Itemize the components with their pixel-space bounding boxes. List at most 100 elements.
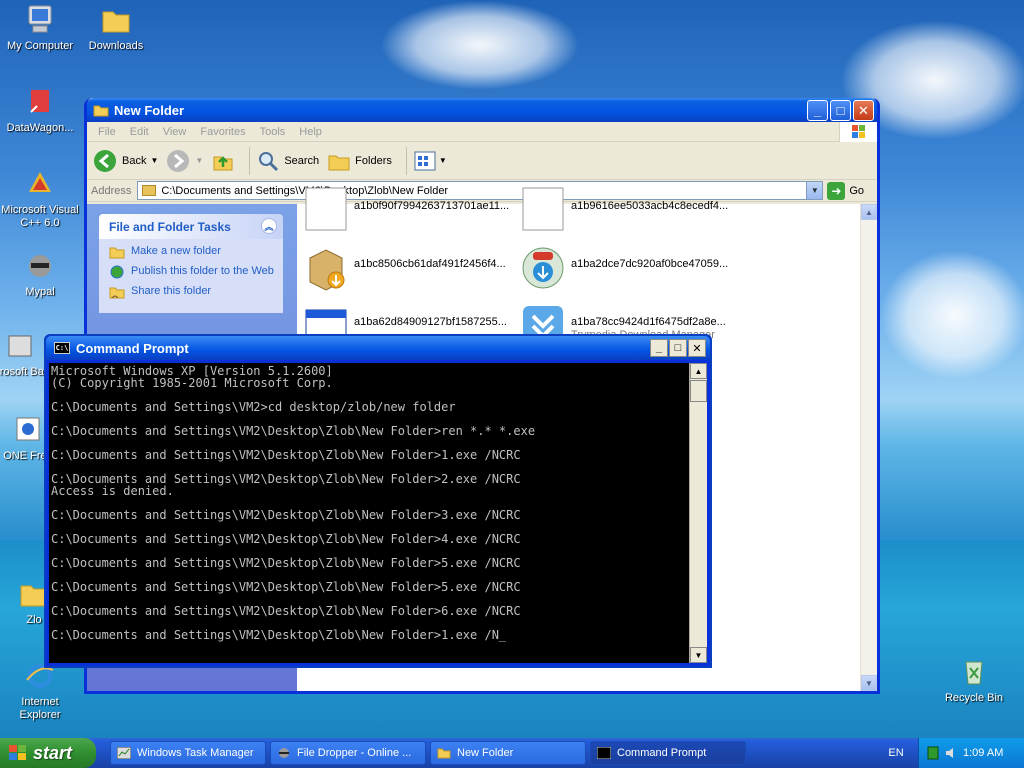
search-button[interactable]: Search [256, 149, 319, 173]
task-label: Publish this folder to the Web [131, 265, 274, 277]
globe-icon [110, 265, 124, 279]
desktop-icon-datawagon[interactable]: DataWagon... [0, 86, 80, 135]
cmd-maximize-button[interactable]: □ [669, 339, 687, 357]
desktop-icon-my-computer[interactable]: My Computer [0, 4, 80, 53]
language-indicator[interactable]: EN [878, 738, 914, 768]
cmd-titlebar[interactable]: C:\ Command Prompt _ □ ✕ [46, 336, 710, 360]
file-name: a1ba62d84909127bf1587255... [354, 316, 507, 328]
views-icon [414, 151, 436, 170]
scroll-down-arrow-icon[interactable]: ▼ [690, 647, 707, 663]
desktop-icon-downloads[interactable]: Downloads [76, 4, 156, 53]
file-name: a1b9616ee5033acb4c8ecedf4... [571, 200, 729, 212]
cmd-close-button[interactable]: ✕ [688, 339, 706, 357]
cmd-icon: C:\ [54, 342, 70, 354]
media-icon [16, 417, 40, 441]
task-make-new-folder[interactable]: Make a new folder [109, 245, 275, 259]
menu-edit[interactable]: Edit [123, 126, 156, 138]
maximize-button[interactable]: □ [830, 100, 851, 121]
taskbar-task-command-prompt[interactable]: Command Prompt [590, 741, 746, 765]
menu-file[interactable]: File [91, 126, 123, 138]
start-label: start [33, 742, 73, 763]
start-button[interactable]: start [0, 738, 96, 768]
desktop-icon-visual-cpp[interactable]: Microsoft Visual C++ 6.0 [0, 168, 80, 230]
go-label: Go [849, 184, 865, 197]
task-label: Make a new folder [131, 245, 221, 257]
browser-icon [279, 748, 289, 758]
cmd-minimize-button[interactable]: _ [650, 339, 668, 357]
file-item[interactable]: a1b0f90f7994263713701ae11... [302, 186, 509, 234]
chevron-down-icon[interactable]: ▼ [439, 156, 447, 165]
folders-button[interactable]: Folders [327, 149, 392, 173]
volume-icon[interactable] [945, 746, 957, 760]
menu-view[interactable]: View [156, 126, 194, 138]
collapse-icon[interactable]: ︽ [261, 218, 277, 234]
taskbar-task-task-manager[interactable]: Windows Task Manager [110, 741, 266, 765]
cmd-output: Microsoft Windows XP [Version 5.1.2600] … [51, 364, 536, 642]
taskbar-task-new-folder[interactable]: New Folder [430, 741, 586, 765]
file-item[interactable]: a1bc8506cb61daf491f2456f4... [302, 244, 506, 292]
task-share-folder[interactable]: Share this folder [109, 285, 275, 299]
file-item[interactable]: a1ba2dce7dc920af0bce47059... [519, 244, 728, 292]
window-title: New Folder [114, 102, 185, 118]
up-folder-button[interactable] [211, 149, 235, 173]
desktop-icon-label: My Computer [6, 40, 74, 52]
task-publish-web[interactable]: Publish this folder to the Web [109, 265, 275, 279]
scroll-down-arrow-icon[interactable]: ▼ [861, 675, 877, 691]
desktop-icon-label: Mypal [25, 286, 55, 298]
chevron-down-icon[interactable]: ▼ [806, 182, 823, 199]
file-name: a1b0f90f7994263713701ae11... [354, 200, 510, 212]
toolbar-separator [405, 146, 407, 175]
chevron-down-icon[interactable]: ▼ [195, 156, 203, 165]
taskbar-task-file-dropper[interactable]: File Dropper - Online ... [270, 741, 426, 765]
search-label: Search [284, 154, 320, 167]
cmd-title: Command Prompt [76, 340, 189, 356]
scroll-thumb[interactable] [690, 380, 707, 402]
close-button[interactable]: ✕ [853, 100, 874, 121]
cmd-scrollbar[interactable]: ▲ ▼ [689, 363, 707, 663]
tray-app-icon[interactable] [927, 746, 939, 760]
menu-bar: File Edit View Favorites Tools Help [87, 122, 877, 142]
desktop-icon-internet-explorer[interactable]: Internet Explorer [0, 660, 80, 722]
menu-tools[interactable]: Tools [253, 126, 293, 138]
cloud [880, 250, 1024, 380]
file-item[interactable]: a1b9616ee5033acb4c8ecedf4... [519, 186, 728, 234]
taskbar-task-label: Command Prompt [617, 747, 707, 759]
views-button[interactable]: ▼ [413, 150, 447, 172]
task-manager-icon [117, 747, 131, 759]
file-name: a1ba2dce7dc920af0bce47059... [571, 258, 729, 270]
menu-favorites[interactable]: Favorites [193, 126, 252, 138]
menu-help[interactable]: Help [292, 126, 329, 138]
taskbar-task-label: Windows Task Manager [137, 747, 254, 759]
taskbar-task-label: File Dropper - Online ... [297, 747, 412, 759]
desktop-icon-label: Recycle Bin [944, 692, 1004, 704]
chevron-down-icon[interactable]: ▼ [150, 156, 158, 165]
clock[interactable]: 1:09 AM [963, 747, 1003, 759]
share-folder-icon [109, 287, 125, 299]
tasks-header[interactable]: File and Folder Tasks ︽ [99, 214, 283, 239]
minimize-button[interactable]: _ [807, 100, 828, 121]
back-button[interactable]: Back ▼ [93, 149, 158, 173]
system-tray: 1:09 AM [918, 738, 1024, 768]
folder-icon [102, 11, 130, 33]
scroll-up-arrow-icon[interactable]: ▲ [690, 363, 707, 379]
desktop-icon-mypal[interactable]: Mypal [0, 250, 80, 299]
recycle-bin-icon [965, 661, 983, 685]
explorer-titlebar[interactable]: New Folder _ □ ✕ [87, 98, 877, 122]
scroll-up-arrow-icon[interactable]: ▲ [861, 204, 877, 220]
raccoon-icon [29, 255, 51, 277]
command-prompt-window[interactable]: C:\ Command Prompt _ □ ✕ Microsoft Windo… [44, 334, 712, 668]
folders-label: Folders [355, 154, 392, 167]
back-arrow-icon [94, 149, 116, 172]
search-icon [259, 151, 279, 171]
folders-icon [328, 155, 350, 170]
go-button[interactable]: ➜ Go [827, 181, 865, 200]
computer-icon [28, 5, 52, 33]
cmd-console[interactable]: Microsoft Windows XP [Version 5.1.2600] … [49, 363, 707, 663]
explorer-scrollbar[interactable]: ▲ ▼ [860, 204, 877, 691]
forward-button[interactable]: ▼ [166, 149, 203, 173]
desktop-icon-label: DataWagon... [6, 122, 74, 134]
toolbar-separator [249, 146, 251, 175]
application-icon [8, 335, 32, 357]
folder-icon [93, 105, 109, 117]
desktop-icon-recycle-bin[interactable]: Recycle Bin [934, 656, 1014, 705]
